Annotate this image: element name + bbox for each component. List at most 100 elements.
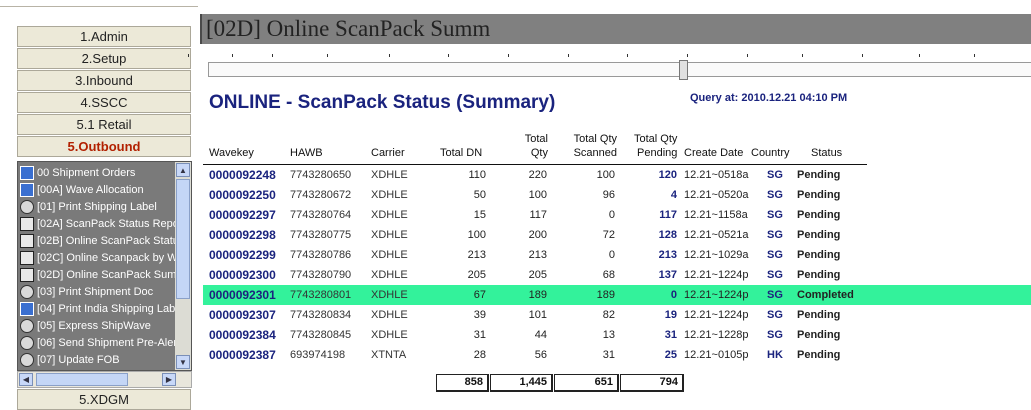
header-total-qty-line2: Qty: [530, 147, 548, 159]
table-row[interactable]: 0000092384 7743280845 XDHLE 31 44 13 31 12.21~1…: [203, 325, 1031, 345]
tree-item-print-india-shipping-label[interactable]: [04] Print India Shipping Labe: [20, 300, 178, 317]
header-scanned-line1: Total Qty: [573, 133, 617, 145]
cell-carrier: XDHLE: [371, 309, 408, 321]
table-row[interactable]: 0000092300 7743280790 XDHLE 205 205 68 137 12.2…: [203, 265, 1031, 285]
header-pending-line2: Pending: [637, 147, 678, 159]
cell-scanned: 96: [602, 189, 615, 201]
cell-wavekey: 0000092250: [209, 188, 276, 202]
total-scanned-box: 651: [554, 374, 619, 392]
nav-button-setup[interactable]: 2.Setup: [17, 48, 191, 69]
cell-pending: 120: [658, 169, 677, 181]
report-title: ONLINE - ScanPack Status (Summary): [209, 92, 556, 113]
orders-icon: [20, 165, 34, 180]
cell-carrier: XTNTA: [371, 349, 407, 361]
vertical-scroll-thumb[interactable]: [176, 179, 190, 299]
tree-item-update-fob[interactable]: [07] Update FOB: [20, 351, 178, 368]
cell-total-qty: 213: [528, 249, 547, 261]
cell-status: Pending: [797, 269, 841, 281]
horizontal-scroll-thumb[interactable]: [36, 373, 128, 386]
header-total-dn: Total DN: [440, 147, 483, 159]
cell-create-date: 12.21~0105p: [684, 349, 749, 361]
tree-item-online-scanpack-summary[interactable]: [02D] Online ScanPack Summ: [20, 266, 178, 283]
scroll-up-icon[interactable]: ▲: [176, 163, 190, 177]
search-report-icon: [20, 318, 34, 333]
search-report-icon: [20, 284, 34, 299]
report-page-slider[interactable]: [208, 62, 1031, 77]
tree-item-send-shipment-pre-alert[interactable]: [06] Send Shipment Pre-Aler: [20, 334, 178, 351]
cell-country: SG: [767, 229, 783, 241]
cell-total-dn: 28: [473, 349, 486, 361]
query-timestamp: Query at: 2010.12.21 04:10 PM: [690, 92, 848, 104]
table-row[interactable]: 0000092307 7743280834 XDHLE 39 101 82 19 12.21~…: [203, 305, 1031, 325]
tree-item-scanpack-status-report[interactable]: [02A] ScanPack Status Repo: [20, 215, 178, 232]
cell-carrier: XDHLE: [371, 289, 408, 301]
cell-total-qty: 100: [528, 189, 547, 201]
cell-create-date: 12.21~0521a: [684, 229, 749, 241]
cell-total-dn: 100: [467, 229, 486, 241]
cell-hawb: 7743280801: [290, 289, 352, 301]
table-row[interactable]: 0000092301 7743280801 XDHLE 67 189 189 0 12.21~…: [203, 285, 1031, 305]
total-pending-box: 794: [620, 374, 684, 392]
cell-carrier: XDHLE: [371, 269, 408, 281]
table-row[interactable]: 0000092297 7743280764 XDHLE 15 117 0 117 12.21~…: [203, 205, 1031, 225]
cell-country: SG: [767, 309, 783, 321]
cell-scanned: 100: [596, 169, 615, 181]
cell-create-date: 12.21~1224p: [684, 309, 749, 321]
tree-item-shipment-orders[interactable]: 00 Shipment Orders: [20, 164, 178, 181]
nav-button-inbound[interactable]: 3.Inbound: [17, 70, 191, 91]
tree-item-express-shipwave[interactable]: [05] Express ShipWave: [20, 317, 178, 334]
scroll-left-icon[interactable]: ◀: [19, 373, 33, 386]
tree-vertical-scrollbar[interactable]: ▲ ▼: [175, 162, 191, 370]
cell-create-date: 12.21~1158a: [684, 209, 748, 221]
nav-button-sscc[interactable]: 4.SSCC: [17, 92, 191, 113]
cell-scanned: 72: [602, 229, 615, 241]
cell-status: Pending: [797, 309, 841, 321]
search-report-icon: [20, 335, 34, 350]
cell-hawb: 7743280786: [290, 249, 352, 261]
cell-carrier: XDHLE: [371, 209, 408, 221]
cell-total-qty: 101: [528, 309, 547, 321]
cell-status: Pending: [797, 169, 841, 181]
tree-item-print-shipping-label[interactable]: [01] Print Shipping Label: [20, 198, 178, 215]
cell-country: SG: [767, 289, 783, 301]
cell-create-date: 12.21~1029a: [684, 249, 749, 261]
nav-button-xdgm[interactable]: 5.XDGM: [17, 389, 191, 410]
scroll-right-icon[interactable]: ▶: [162, 373, 176, 386]
cell-hawb: 7743280790: [290, 269, 352, 281]
tree-horizontal-scrollbar[interactable]: ◀ ▶: [17, 371, 192, 388]
table-row[interactable]: 0000092298 7743280775 XDHLE 100 200 72 128 12.2…: [203, 225, 1031, 245]
cell-carrier: XDHLE: [371, 229, 408, 241]
cell-total-dn: 205: [467, 269, 486, 281]
scroll-down-icon[interactable]: ▼: [176, 355, 190, 369]
tree-item-online-scanpack-status[interactable]: [02B] Online ScanPack Statu: [20, 232, 178, 249]
cell-wavekey: 0000092300: [209, 268, 276, 282]
report-grid-icon: [20, 233, 34, 248]
nav-button-retail[interactable]: 5.1 Retail: [17, 114, 191, 135]
cell-total-qty: 220: [528, 169, 547, 181]
tree-item-print-shipment-doc[interactable]: [03] Print Shipment Doc: [20, 283, 178, 300]
header-wavekey: Wavekey: [209, 147, 254, 159]
cell-scanned: 82: [602, 309, 615, 321]
cell-country: SG: [767, 189, 783, 201]
cell-pending: 0: [670, 289, 677, 301]
tree-item-wave-allocation[interactable]: [00A] Wave Allocation: [20, 181, 178, 198]
table-row[interactable]: 0000092387 693974198 XTNTA 28 56 31 25 12.21~01…: [203, 345, 1031, 365]
table-row[interactable]: 0000092248 7743280650 XDHLE 110 220 100 120 12.…: [203, 165, 1031, 185]
report-grid-icon: [20, 250, 34, 265]
nav-top-divider: [0, 0, 198, 7]
cell-pending: 128: [658, 229, 677, 241]
nav-button-outbound[interactable]: 5.Outbound: [17, 136, 191, 157]
header-country: Country: [751, 147, 790, 159]
tree-item-label: [01] Print Shipping Label: [37, 200, 157, 213]
report-slider-thumb[interactable]: [679, 60, 688, 80]
tree-item-online-scanpack-by-wave[interactable]: [02C] Online Scanpack by W: [20, 249, 178, 266]
cell-pending: 25: [664, 349, 677, 361]
tree-item-label: [02C] Online Scanpack by W: [37, 251, 178, 264]
nav-button-admin[interactable]: 1.Admin: [17, 26, 191, 47]
table-row[interactable]: 0000092299 7743280786 XDHLE 213 213 0 213 12.21…: [203, 245, 1031, 265]
window-title-bar: [02D] Online ScanPack Summ: [200, 14, 1031, 44]
cell-wavekey: 0000092384: [209, 328, 276, 342]
table-row[interactable]: 0000092250 7743280672 XDHLE 50 100 96 4 12.21~0…: [203, 185, 1031, 205]
cell-pending: 213: [658, 249, 677, 261]
tree-item-label: [02D] Online ScanPack Summ: [37, 268, 178, 281]
